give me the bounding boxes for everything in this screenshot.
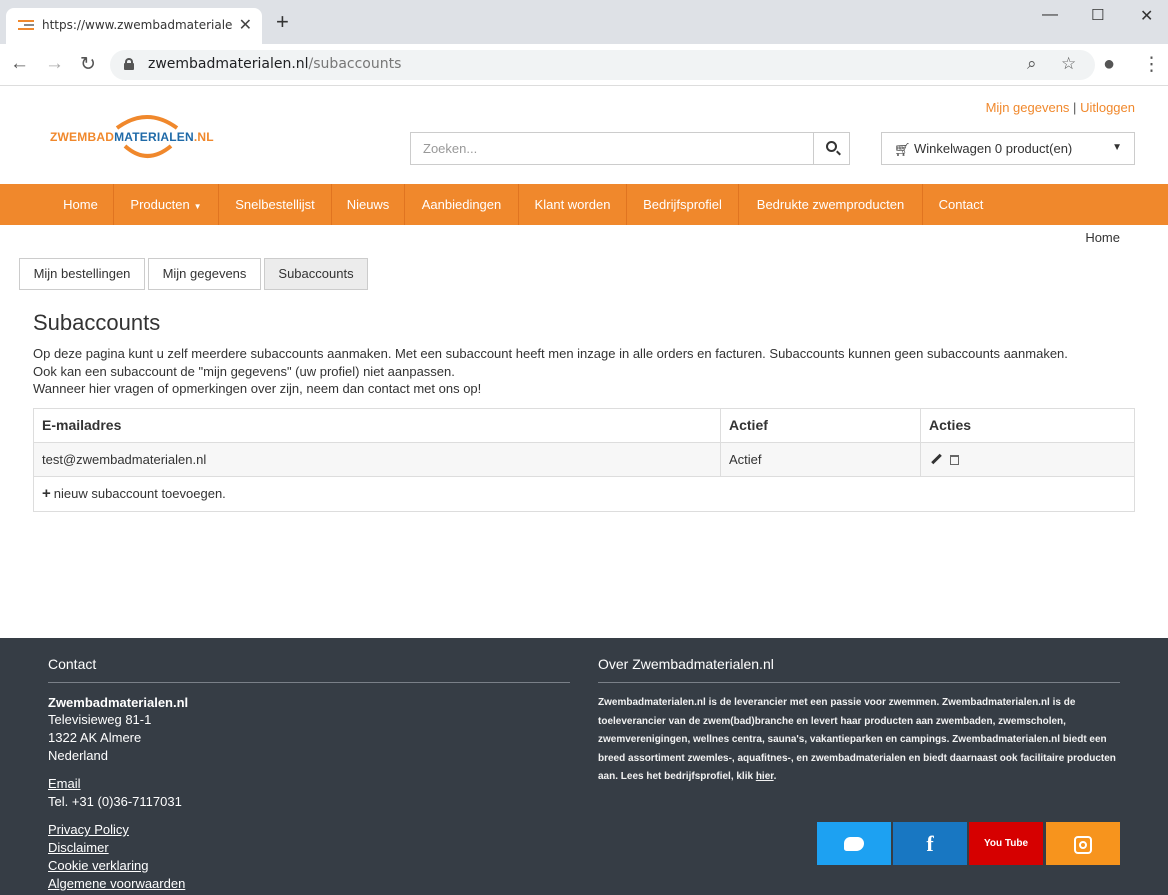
row-actions xyxy=(920,443,1134,477)
cart-icon: 🛒︎ xyxy=(894,142,911,157)
row-status: Actief xyxy=(720,443,920,477)
browser-toolbar: ← → ↻ zwembadmaterialen.nl/subaccounts ⌕… xyxy=(0,44,1168,86)
footer-cookie-link[interactable]: Cookie verklaring xyxy=(48,858,148,873)
chevron-down-icon: ▼ xyxy=(1112,142,1122,153)
subaccounts-table: E-mailadres Actief Acties test@zwembadma… xyxy=(33,408,1135,512)
row-email: test@zwembadmaterialen.nl xyxy=(42,452,207,467)
tab-my-details[interactable]: Mijn gegevens xyxy=(148,258,261,290)
menu-icon[interactable]: ⋮ xyxy=(1142,53,1161,76)
footer-about-text: Zwembadmaterialen.nl is de leverancier m… xyxy=(598,697,1116,782)
bookmark-star-icon[interactable]: ☆ xyxy=(1061,54,1076,74)
search-button[interactable] xyxy=(813,133,849,164)
search-input[interactable] xyxy=(411,133,815,164)
footer-about-heading: Over Zwembadmaterialen.nl xyxy=(598,656,774,672)
nav-quick-order[interactable]: Snelbestellijst xyxy=(219,184,332,225)
footer-divider xyxy=(48,682,570,683)
nav-news[interactable]: Nieuws xyxy=(332,184,405,225)
footer-company: Zwembadmaterialen.nl xyxy=(48,695,189,710)
browser-tabbar: https://www.zwembadmaterialen.nl/subacco… xyxy=(0,0,1168,44)
profile-icon[interactable]: ● xyxy=(1103,53,1115,76)
footer-divider xyxy=(598,682,1120,683)
table-row: test@zwembadmaterialen.nl Actief xyxy=(34,443,1134,477)
search-box xyxy=(410,132,850,165)
forward-icon[interactable]: → xyxy=(45,53,64,75)
logo-text: ZWEMBADMATERIALEN.NL xyxy=(50,130,214,144)
youtube-icon[interactable]: You Tube xyxy=(969,822,1043,865)
nav-offers[interactable]: Aanbiedingen xyxy=(405,184,519,225)
browser-tab[interactable]: https://www.zwembadmaterialen.nl/subacco… xyxy=(6,8,262,44)
account-links: Mijn gegevens | Uitloggen xyxy=(986,100,1135,115)
footer-disclaimer-link[interactable]: Disclaimer xyxy=(48,840,109,855)
zoom-icon[interactable]: ⌕ xyxy=(1027,54,1037,74)
footer-email-link[interactable]: Email xyxy=(48,776,81,791)
cart-label: Winkelwagen 0 product(en) xyxy=(914,141,1073,156)
footer: Contact Zwembadmaterialen.nl Televisiewe… xyxy=(0,638,1168,895)
link-separator: | xyxy=(1073,100,1077,115)
nav-become-customer[interactable]: Klant worden xyxy=(519,184,627,225)
minimize-icon[interactable]: — xyxy=(1042,6,1058,24)
nav-home[interactable]: Home xyxy=(48,184,114,225)
maximize-icon[interactable]: ☐ xyxy=(1091,6,1104,24)
url-text: zwembadmaterialen.nl/subaccounts xyxy=(148,56,402,72)
instagram-icon[interactable] xyxy=(1046,822,1120,865)
facebook-icon[interactable]: f xyxy=(893,822,967,865)
intro-line-3: Wanneer hier vragen of opmerkingen over … xyxy=(33,381,482,396)
search-icon xyxy=(826,141,837,152)
main-nav: Home Producten ▼ Snelbestellijst Nieuws A… xyxy=(0,184,1168,225)
reload-icon[interactable]: ↻ xyxy=(80,53,96,76)
column-header-active: Actief xyxy=(720,409,920,443)
about-here-link[interactable]: hier xyxy=(756,771,774,782)
add-subaccount-row: + nieuw subaccount toevoegen. xyxy=(34,477,1134,511)
site-logo[interactable]: ZWEMBADMATERIALEN.NL xyxy=(50,108,225,164)
nav-printed-products[interactable]: Bedrukte zwemproducten xyxy=(739,184,923,225)
footer-street: Televisieweg 81-1 xyxy=(48,712,152,727)
close-tab-icon[interactable]: ✕ xyxy=(239,15,252,35)
footer-city: 1322 AK Almere xyxy=(48,730,142,745)
favicon-icon xyxy=(18,20,34,30)
add-subaccount-link[interactable]: + nieuw subaccount toevoegen. xyxy=(42,477,226,510)
footer-phone: Tel. +31 (0)36-7117031 xyxy=(48,794,182,809)
tab-my-orders[interactable]: Mijn bestellingen xyxy=(19,258,145,290)
intro-line-1: Op deze pagina kunt u zelf meerdere suba… xyxy=(33,346,1068,361)
intro-text: Op deze pagina kunt u zelf meerdere suba… xyxy=(33,345,1068,398)
column-header-actions: Acties xyxy=(920,409,1134,443)
table-header: E-mailadres Actief Acties xyxy=(34,409,1134,443)
plus-icon: + xyxy=(42,485,51,502)
nav-products[interactable]: Producten ▼ xyxy=(114,184,219,225)
logout-link[interactable]: Uitloggen xyxy=(1080,100,1135,115)
back-icon[interactable]: ← xyxy=(10,53,29,75)
my-details-link[interactable]: Mijn gegevens xyxy=(986,100,1070,115)
tab-title: https://www.zwembadmaterialen.nl/subacco… xyxy=(42,18,232,32)
intro-line-2: Ook kan een subaccount de "mijn gegevens… xyxy=(33,363,455,379)
new-tab-icon[interactable]: + xyxy=(276,11,289,33)
footer-country: Nederland xyxy=(48,748,108,763)
caret-down-icon: ▼ xyxy=(193,202,202,211)
nav-company-profile[interactable]: Bedrijfsprofiel xyxy=(627,184,739,225)
lock-icon xyxy=(124,58,134,70)
column-header-email: E-mailadres xyxy=(42,417,122,433)
tab-subaccounts[interactable]: Subaccounts xyxy=(264,258,368,290)
address-bar[interactable]: zwembadmaterialen.nl/subaccounts ⌕ ☆ xyxy=(110,50,1095,80)
edit-pencil-icon[interactable] xyxy=(931,453,942,464)
footer-contact-heading: Contact xyxy=(48,656,97,672)
page-title: Subaccounts xyxy=(33,310,161,335)
window-close-icon[interactable]: ✕ xyxy=(1140,6,1153,26)
cart-dropdown[interactable]: 🛒︎ Winkelwagen 0 product(en) ▼ xyxy=(881,132,1135,165)
footer-privacy-link[interactable]: Privacy Policy xyxy=(48,822,129,837)
breadcrumb[interactable]: Home xyxy=(1085,230,1120,245)
trash-icon[interactable] xyxy=(950,454,959,465)
nav-contact[interactable]: Contact xyxy=(923,184,999,225)
twitter-icon[interactable] xyxy=(817,822,891,865)
footer-terms-link[interactable]: Algemene voorwaarden xyxy=(48,876,185,891)
